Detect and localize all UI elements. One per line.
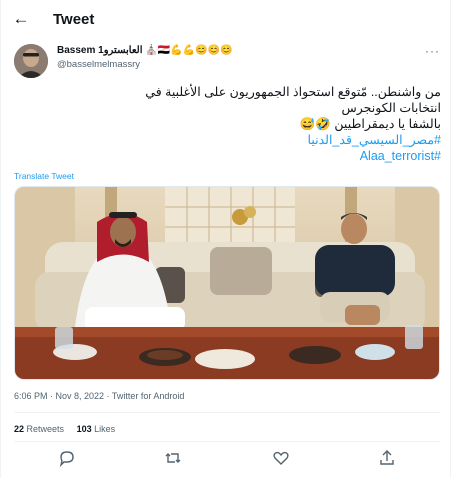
avatar-photo (14, 44, 48, 78)
avatar[interactable] (14, 44, 48, 78)
photo-image (15, 187, 439, 379)
translate-tweet-link[interactable]: Translate Tweet (14, 171, 74, 181)
tweet-photo[interactable] (14, 186, 440, 380)
like-icon[interactable] (271, 448, 291, 468)
back-arrow-icon[interactable]: ← (11, 9, 31, 29)
tweet-text-line: بالشفا يا ديمقراطيين 🤣😅 (299, 117, 441, 131)
divider (14, 412, 440, 413)
share-icon[interactable] (377, 448, 397, 468)
reply-icon[interactable] (57, 448, 77, 468)
tweet-stats: 22 Retweets 103 Likes (14, 424, 115, 434)
more-options-icon[interactable]: ··· (425, 44, 440, 58)
tweet-actions (1, 446, 451, 470)
tweet-text-line: انتخابات الكونجرس (341, 101, 441, 115)
divider (14, 441, 440, 442)
hashtag-link[interactable]: #مصر_السيسي_قد_الدنيا (308, 133, 441, 147)
author-display-name[interactable]: Bassem العابسترو1 ⛪🇪🇬💪💪😊😊😊 (57, 45, 397, 59)
author-handle[interactable]: @basselmelmassry (57, 59, 140, 70)
tweet-text-line: من واشنطن.. مّتوقع استحواذ الجمهوريون عل… (145, 85, 441, 99)
retweets-label[interactable]: Retweets (27, 424, 65, 434)
retweets-count[interactable]: 22 (14, 424, 24, 434)
likes-count[interactable]: 103 (77, 424, 92, 434)
likes-label[interactable]: Likes (94, 424, 115, 434)
tweet-text: من واشنطن.. مّتوقع استحواذ الجمهوريون عل… (14, 84, 441, 164)
tweet-page: ← Tweet Bassem العابسترو1 ⛪🇪🇬💪💪😊😊😊 @bass… (0, 0, 451, 478)
hashtag-link[interactable]: #Alaa_terrorist (360, 149, 441, 163)
retweet-icon[interactable] (163, 448, 183, 468)
page-title: Tweet (53, 11, 95, 28)
top-bar: ← Tweet (1, 0, 451, 40)
tweet-timestamp[interactable]: 6:06 PM · Nov 8, 2022 · Twitter for Andr… (14, 391, 184, 401)
